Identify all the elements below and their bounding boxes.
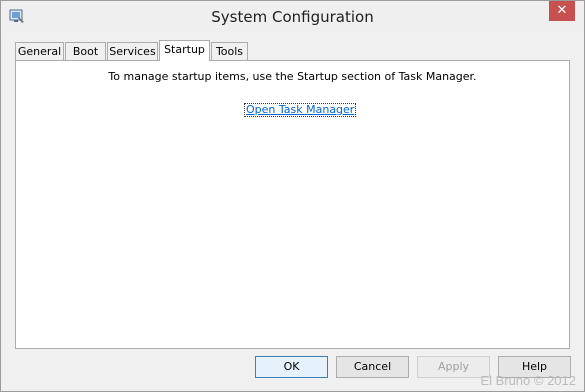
cancel-button[interactable]: Cancel [336, 356, 409, 378]
system-configuration-window: System Configuration ✕ General Boot Serv… [0, 0, 585, 392]
apply-button[interactable]: Apply [417, 356, 490, 378]
tab-boot[interactable]: Boot [65, 42, 106, 60]
tab-services[interactable]: Services [107, 42, 158, 60]
startup-panel: To manage startup items, use the Startup… [15, 60, 570, 349]
startup-message: To manage startup items, use the Startup… [108, 70, 477, 83]
window-title: System Configuration [211, 8, 374, 26]
title-bar[interactable]: System Configuration ✕ [1, 1, 584, 34]
tab-general[interactable]: General [15, 42, 64, 60]
open-task-manager-link[interactable]: Open Task Manager [244, 103, 357, 117]
tab-tools[interactable]: Tools [211, 42, 248, 60]
ok-button[interactable]: OK [255, 356, 328, 378]
watermark: El Bruno © 2012 [480, 373, 576, 388]
close-button[interactable]: ✕ [549, 1, 575, 21]
close-icon: ✕ [556, 3, 568, 18]
tab-startup[interactable]: Startup [159, 40, 210, 61]
